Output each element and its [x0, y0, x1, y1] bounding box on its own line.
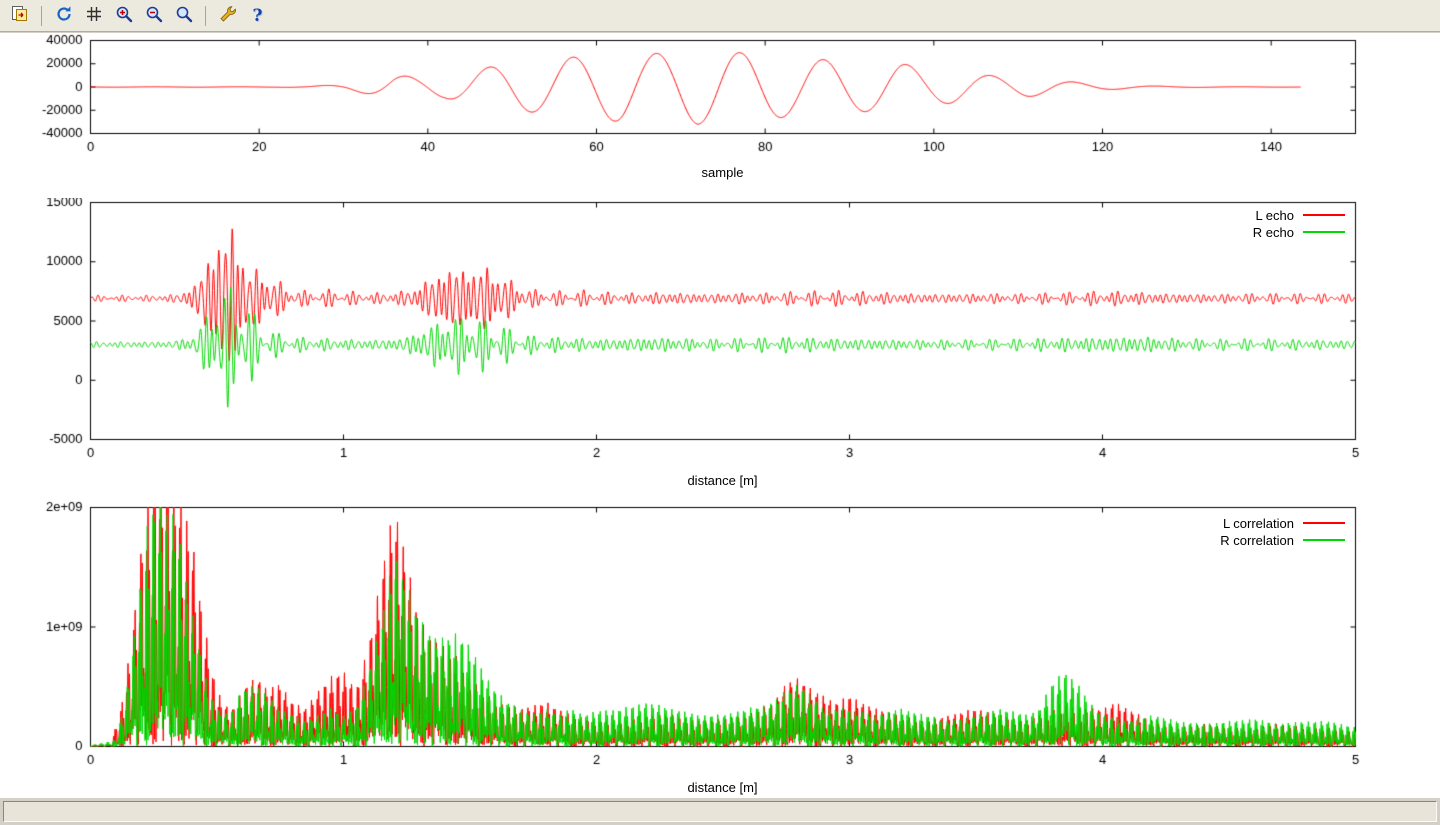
echo-legend: L echo R echo [1253, 208, 1345, 239]
status-bar [0, 798, 1440, 825]
plot-region: sample L echo R echo distance [m] L corr [0, 33, 1440, 798]
legend-label: R echo [1253, 225, 1294, 240]
zoom-in-button[interactable] [110, 3, 137, 29]
legend-line-sample [1303, 539, 1345, 541]
zoom-out-icon [144, 4, 164, 27]
export-image-icon [10, 4, 30, 27]
echo-plot-canvas[interactable] [0, 198, 1440, 494]
status-field [3, 801, 1437, 822]
grid-icon [84, 4, 104, 27]
legend-line-sample [1303, 231, 1345, 233]
toolbar: ? [0, 0, 1440, 32]
chart-correlation: L correlation R correlation distance [m] [0, 494, 1440, 798]
correlation-x-axis-label: distance [m] [90, 780, 1355, 795]
waveform-x-axis-label: sample [90, 165, 1355, 180]
configure-button[interactable] [214, 3, 241, 29]
legend-label: R correlation [1220, 533, 1294, 548]
correlation-legend: L correlation R correlation [1220, 516, 1345, 547]
chart-waveform: sample [0, 33, 1440, 198]
legend-entry-l-correlation: L correlation [1220, 516, 1345, 530]
export-image-button[interactable] [6, 3, 33, 29]
toolbar-separator [205, 6, 206, 26]
zoom-reset-button[interactable] [170, 3, 197, 29]
replot-button[interactable] [50, 3, 77, 29]
legend-entry-r-correlation: R correlation [1220, 533, 1345, 547]
zoom-in-icon [114, 4, 134, 27]
refresh-icon [54, 4, 74, 27]
legend-entry-r-echo: R echo [1253, 225, 1345, 239]
toolbar-separator [41, 6, 42, 26]
echo-x-axis-label: distance [m] [90, 473, 1355, 488]
legend-line-sample [1303, 522, 1345, 524]
zoom-reset-icon [174, 4, 194, 27]
toggle-grid-button[interactable] [80, 3, 107, 29]
chart-echo: L echo R echo distance [m] [0, 198, 1440, 494]
gnuplot-window: ? sample L echo R echo distance [m] [0, 0, 1440, 825]
legend-label: L correlation [1223, 516, 1294, 531]
legend-entry-l-echo: L echo [1253, 208, 1345, 222]
help-button[interactable]: ? [244, 3, 271, 29]
zoom-out-button[interactable] [140, 3, 167, 29]
legend-label: L echo [1255, 208, 1294, 223]
help-icon: ? [253, 6, 263, 26]
wrench-icon [218, 4, 238, 27]
legend-line-sample [1303, 214, 1345, 216]
